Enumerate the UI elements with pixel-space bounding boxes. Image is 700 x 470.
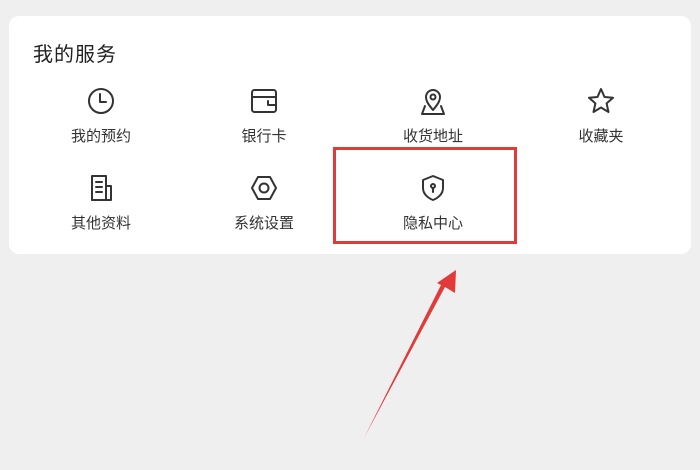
service-item-label: 银行卡: [241, 127, 287, 145]
wallet-icon: [247, 84, 281, 118]
service-item-my-appointments[interactable]: 我的预约: [31, 84, 171, 154]
section-title: 我的服务: [33, 42, 117, 66]
clock-icon: [84, 84, 118, 118]
service-item-label: 其他资料: [70, 214, 131, 232]
service-item-bank-card[interactable]: 银行卡: [194, 84, 334, 154]
service-item-favorites[interactable]: 收藏夹: [531, 84, 671, 154]
star-icon: [584, 84, 618, 118]
settings-hexagon-icon: [247, 171, 281, 205]
service-item-other-info[interactable]: 其他资料: [31, 171, 171, 241]
location-pin-icon: [416, 84, 450, 118]
service-item-label: 收藏夹: [578, 127, 624, 145]
document-icon: [84, 171, 118, 205]
service-item-label: 收货地址: [402, 127, 463, 145]
service-item-system-settings[interactable]: 系统设置: [194, 171, 334, 241]
service-item-shipping-address[interactable]: 收货地址: [363, 84, 503, 154]
highlight-box: [333, 147, 517, 244]
service-item-label: 系统设置: [233, 214, 294, 232]
service-item-label: 我的预约: [70, 127, 131, 145]
